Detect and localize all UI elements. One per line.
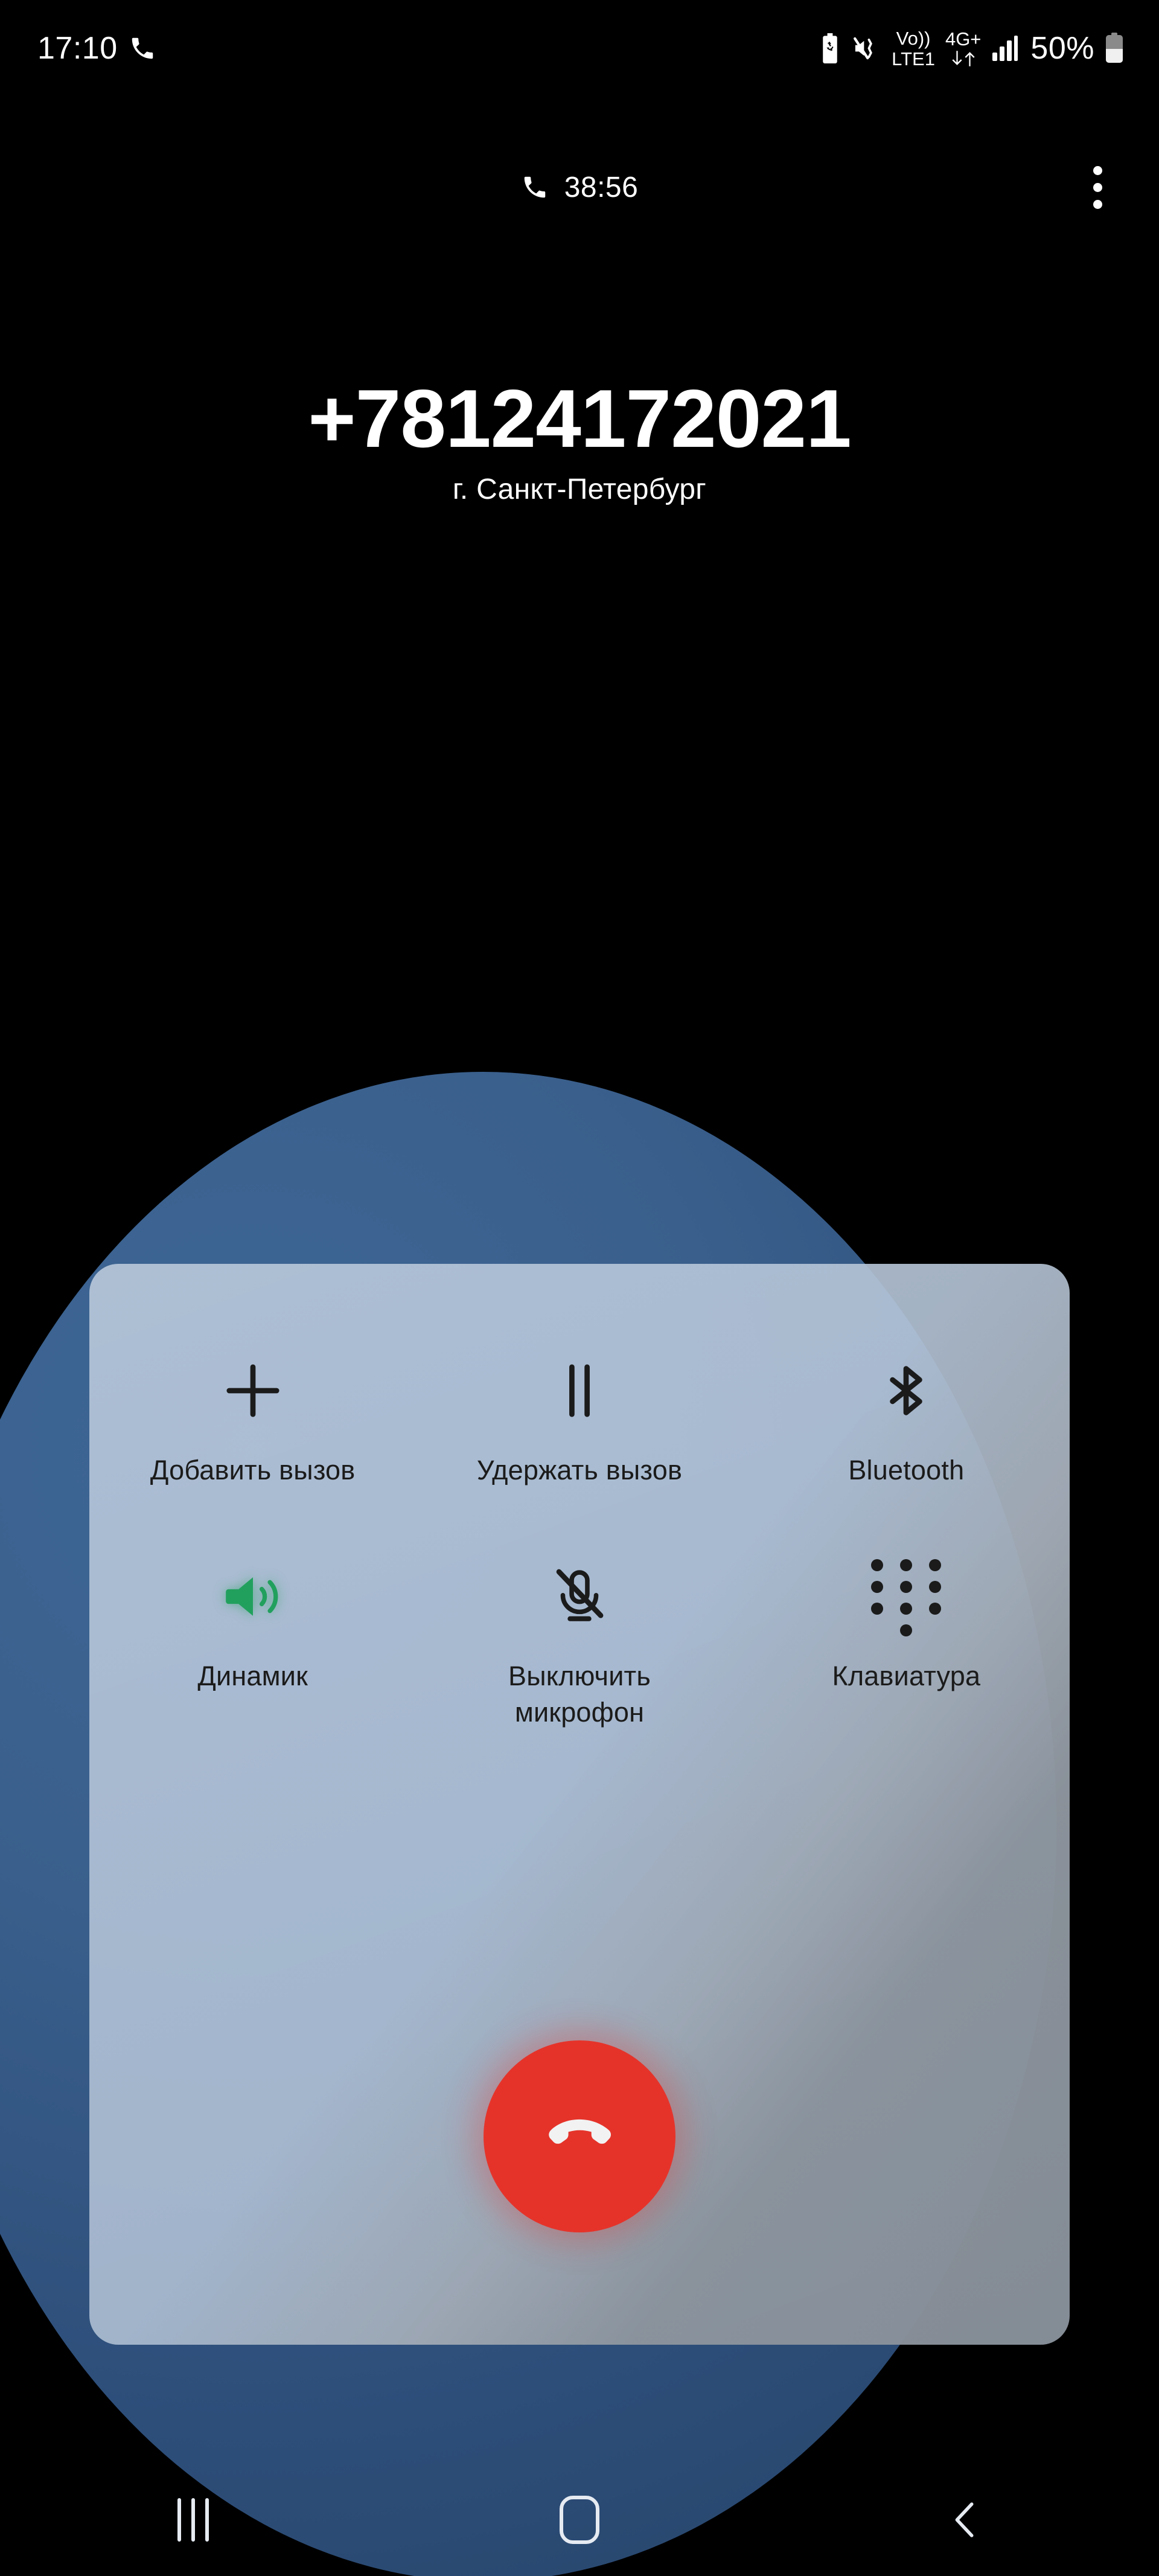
dot [929, 1603, 942, 1615]
hold-call-label: Удержать вызов [476, 1455, 683, 1485]
dot [1093, 165, 1102, 175]
end-call-area [89, 2040, 1070, 2232]
dot [929, 1559, 942, 1572]
mute-label-line-2: микрофон [514, 1696, 645, 1728]
network-4g-plus-icon: 4G+ [945, 30, 981, 68]
callee-number: +78124172021 [308, 373, 851, 464]
controls-row-1: Добавить вызов Удержать вызов Bluetooth [89, 1264, 1070, 1488]
end-call-icon [534, 2091, 625, 2182]
dot [900, 1603, 913, 1615]
dialpad-dots [871, 1559, 942, 1637]
hold-call-button[interactable]: Удержать вызов [416, 1354, 742, 1488]
speaker-icon [220, 1560, 286, 1633]
mic-off-icon [547, 1560, 612, 1633]
dot [871, 1603, 884, 1615]
volte-icon: Vo)) LTE1 [892, 29, 935, 68]
call-timer-group: 38:56 [521, 171, 639, 204]
status-bar: 17:10 Vo)) LTE1 4G+ 50% [0, 0, 1159, 97]
call-active-icon [129, 34, 156, 62]
navigation-bar [0, 2464, 1159, 2576]
back-icon [942, 2496, 989, 2543]
volte-bottom-label: LTE1 [892, 48, 935, 69]
call-status-header: 38:56 [0, 154, 1159, 220]
status-clock: 17:10 [37, 31, 118, 66]
add-call-icon [219, 1354, 287, 1427]
dialpad-icon [871, 1559, 942, 1637]
add-call-button[interactable]: Добавить вызов [89, 1354, 416, 1488]
in-call-controls-panel: Добавить вызов Удержать вызов Bluetooth … [89, 1264, 1070, 2345]
phone-screen: 17:10 Vo)) LTE1 4G+ 50% 38:56 +781241720… [0, 0, 1159, 2576]
end-call-button[interactable] [484, 2040, 675, 2232]
home-icon [560, 2496, 599, 2544]
dot [900, 1559, 913, 1572]
bar [177, 2498, 181, 2542]
nav-home-button[interactable] [386, 2464, 773, 2576]
call-handset-icon [521, 173, 549, 201]
speaker-label: Динамик [197, 1661, 308, 1692]
battery-icon [1105, 33, 1124, 64]
bluetooth-label: Bluetooth [848, 1455, 965, 1485]
recents-icon [177, 2498, 209, 2542]
callee-info: +78124172021 г. Санкт-Петербург [0, 374, 1159, 506]
bluetooth-button[interactable]: Bluetooth [743, 1354, 1070, 1488]
battery-percent-label: 50% [1030, 31, 1094, 66]
dot [900, 1581, 913, 1594]
controls-row-2: Динамик Выключить микрофон Клавиатура [89, 1488, 1070, 1730]
hold-call-icon [546, 1354, 613, 1427]
bar [191, 2498, 195, 2542]
bluetooth-icon [872, 1354, 940, 1427]
nav-back-button[interactable] [773, 2464, 1159, 2576]
network-type-label: 4G+ [945, 28, 982, 50]
dot [1093, 199, 1102, 209]
callee-location: г. Санкт-Петербург [452, 473, 707, 505]
add-call-label: Добавить вызов [150, 1455, 356, 1485]
status-bar-left: 17:10 [37, 33, 156, 64]
dot [871, 1559, 884, 1572]
volte-top-label: Vo)) [896, 27, 931, 49]
sound-vibrate-off-icon [851, 34, 881, 63]
status-bar-right: Vo)) LTE1 4G+ 50% [819, 29, 1124, 68]
battery-saver-icon [819, 33, 841, 63]
mute-microphone-button[interactable]: Выключить микрофон [416, 1560, 742, 1730]
controls-grid: Добавить вызов Удержать вызов Bluetooth … [89, 1264, 1070, 1730]
call-duration: 38:56 [564, 171, 639, 203]
bar [205, 2498, 209, 2542]
speaker-button[interactable]: Динамик [89, 1560, 416, 1730]
dot [900, 1624, 913, 1637]
data-transfer-arrows-icon [951, 50, 976, 68]
dot [1093, 182, 1102, 192]
nav-recents-button[interactable] [0, 2464, 386, 2576]
dot [929, 1581, 942, 1594]
keypad-label: Клавиатура [832, 1661, 981, 1692]
signal-bars-icon [991, 34, 1020, 62]
mute-label-line-1: Выключить [508, 1661, 651, 1692]
keypad-button[interactable]: Клавиатура [743, 1559, 1070, 1730]
mute-microphone-label: Выключить микрофон [508, 1658, 651, 1730]
dot [871, 1581, 884, 1594]
more-options-icon[interactable] [1072, 162, 1123, 213]
